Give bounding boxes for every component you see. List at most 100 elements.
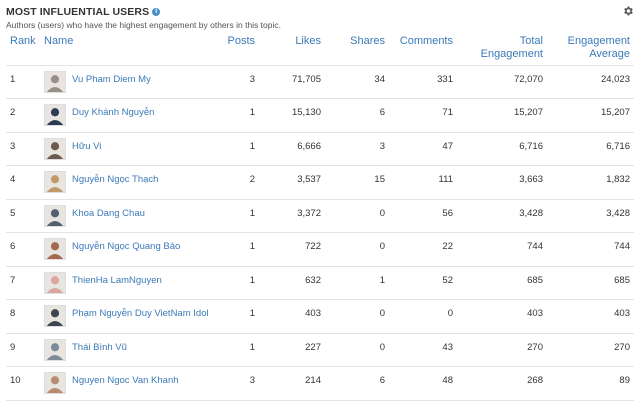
column-header-shares[interactable]: Shares — [325, 34, 389, 65]
posts-cell: 2 — [249, 174, 255, 185]
column-header-rank[interactable]: Rank — [6, 34, 40, 65]
total-engagement-cell: 268 — [527, 375, 543, 386]
rank-cell: 9 — [10, 341, 16, 353]
column-header-engagement-average[interactable]: Engagement Average — [547, 34, 634, 65]
avatar[interactable] — [44, 338, 66, 361]
table-row: 8 Phạm Nguyễn Duy VietNam Idol 1 403 0 0 403 40… — [6, 299, 634, 334]
posts-cell: 1 — [249, 241, 255, 252]
avatar[interactable] — [44, 238, 66, 260]
table-row: 1 Vu Pham Diem My 3 71,705 34 331 72,070 24,023 — [6, 65, 634, 99]
user-name-link[interactable]: Nguyễn Ngọc Quang Bảo — [72, 241, 180, 253]
gear-icon[interactable] — [622, 5, 634, 17]
avatar[interactable] — [44, 104, 66, 126]
shares-cell: 0 — [379, 341, 385, 353]
name-cell: Vu Pham Diem My — [40, 65, 216, 99]
shares-cell: 0 — [379, 241, 385, 252]
name-cell: ThienHa LamNguyen — [40, 266, 216, 300]
user-name-link[interactable]: ThienHa LamNguyen — [72, 275, 162, 287]
likes-cell: 3,537 — [297, 174, 321, 185]
user-name-link[interactable]: Vu Pham Diem My — [72, 74, 151, 86]
user-name-link[interactable]: Khoa Dang Chau — [72, 208, 145, 220]
shares-cell: 6 — [379, 375, 385, 386]
name-cell: Duy Khánh Nguyễn — [40, 99, 216, 133]
likes-cell: 632 — [305, 274, 321, 286]
likes-cell: 722 — [305, 241, 321, 252]
total-engagement-cell: 3,663 — [519, 174, 543, 185]
total-engagement-cell: 270 — [527, 341, 543, 353]
column-header-total-engagement[interactable]: Total Engagement — [457, 34, 547, 65]
table-row: 9 Thái Bình Vũ 1 227 0 43 270 270 — [6, 333, 634, 367]
user-name-link[interactable]: Phạm Nguyễn Duy VietNam Idol — [72, 308, 209, 320]
comments-cell: 111 — [438, 174, 453, 185]
avatar[interactable] — [44, 271, 66, 294]
likes-cell: 214 — [305, 375, 321, 386]
comments-cell: 48 — [442, 375, 453, 386]
posts-cell: 3 — [249, 73, 255, 85]
engagement-average-cell: 403 — [614, 308, 630, 319]
rank-cell: 6 — [10, 241, 16, 252]
name-cell: Phạm Nguyễn Duy VietNam Idol — [40, 300, 216, 334]
engagement-average-cell: 270 — [614, 341, 630, 353]
table-row: 10 Nguyen Ngoc Van Khanh 3 214 6 48 268 89 — [6, 366, 634, 401]
user-cell: Hữu Vi — [44, 137, 212, 160]
rank-cell: 8 — [10, 308, 16, 319]
posts-cell: 3 — [249, 375, 255, 386]
total-engagement-cell: 403 — [527, 308, 543, 319]
avatar[interactable] — [44, 305, 66, 327]
engagement-average-cell: 1,832 — [606, 174, 630, 185]
rank-cell: 2 — [10, 107, 16, 118]
avatar[interactable] — [44, 70, 66, 93]
rank-cell: 3 — [10, 140, 16, 152]
user-name-link[interactable]: Nguyễn Ngọc Thạch — [72, 174, 158, 186]
likes-cell: 6,666 — [297, 140, 321, 152]
user-name-link[interactable]: Nguyen Ngoc Van Khanh — [72, 375, 179, 387]
influential-users-table: Rank Name Posts Likes Shares Comments To… — [6, 34, 634, 401]
likes-cell: 71,705 — [291, 73, 321, 85]
total-engagement-cell: 685 — [527, 274, 543, 286]
engagement-average-cell: 685 — [614, 274, 630, 286]
user-name-link[interactable]: Thái Bình Vũ — [72, 342, 127, 354]
rank-cell: 1 — [10, 73, 16, 85]
comments-cell: 56 — [442, 207, 453, 219]
likes-cell: 15,130 — [291, 107, 321, 118]
avatar[interactable] — [44, 204, 66, 227]
posts-cell: 1 — [249, 274, 255, 286]
name-cell: Thái Bình Vũ — [40, 333, 216, 367]
user-name-link[interactable]: Hữu Vi — [72, 141, 101, 153]
engagement-average-cell: 15,207 — [600, 107, 630, 118]
name-cell: Nguyễn Ngọc Thạch — [40, 166, 216, 200]
user-cell: Nguyen Ngoc Van Khanh — [44, 372, 212, 394]
column-header-likes[interactable]: Likes — [259, 34, 325, 65]
rank-cell: 10 — [10, 375, 21, 386]
comments-cell: 22 — [442, 241, 453, 252]
user-cell: Nguyễn Ngọc Thạch — [44, 171, 212, 193]
shares-cell: 1 — [379, 274, 385, 286]
total-engagement-cell: 72,070 — [513, 73, 543, 85]
posts-cell: 1 — [249, 308, 255, 319]
avatar[interactable] — [44, 137, 66, 160]
rank-cell: 5 — [10, 207, 16, 219]
panel-title: MOST INFLUENTIAL USERS — [6, 5, 150, 18]
name-cell: Nguyen Ngoc Van Khanh — [40, 367, 216, 401]
engagement-average-cell: 6,716 — [606, 140, 630, 152]
table-row: 5 Khoa Dang Chau 1 3,372 0 56 3,428 3,428 — [6, 199, 634, 233]
posts-cell: 1 — [249, 341, 255, 353]
user-cell: Vu Pham Diem My — [44, 70, 212, 93]
column-header-name[interactable]: Name — [40, 34, 216, 65]
comments-cell: 331 — [437, 73, 453, 85]
shares-cell: 6 — [379, 107, 385, 118]
user-name-link[interactable]: Duy Khánh Nguyễn — [72, 107, 154, 119]
shares-cell: 15 — [374, 174, 385, 185]
panel-header: MOST INFLUENTIAL USERS i Authors (users)… — [6, 5, 634, 33]
avatar[interactable] — [44, 372, 66, 394]
comments-cell: 47 — [442, 140, 453, 152]
avatar[interactable] — [44, 171, 66, 193]
shares-cell: 3 — [379, 140, 385, 152]
engagement-average-cell: 89 — [619, 375, 630, 386]
column-header-posts[interactable]: Posts — [216, 34, 259, 65]
column-header-comments[interactable]: Comments — [389, 34, 457, 65]
engagement-average-cell: 744 — [614, 241, 630, 252]
likes-cell: 3,372 — [297, 207, 321, 219]
info-icon[interactable]: i — [152, 7, 161, 16]
likes-cell: 227 — [305, 341, 321, 353]
